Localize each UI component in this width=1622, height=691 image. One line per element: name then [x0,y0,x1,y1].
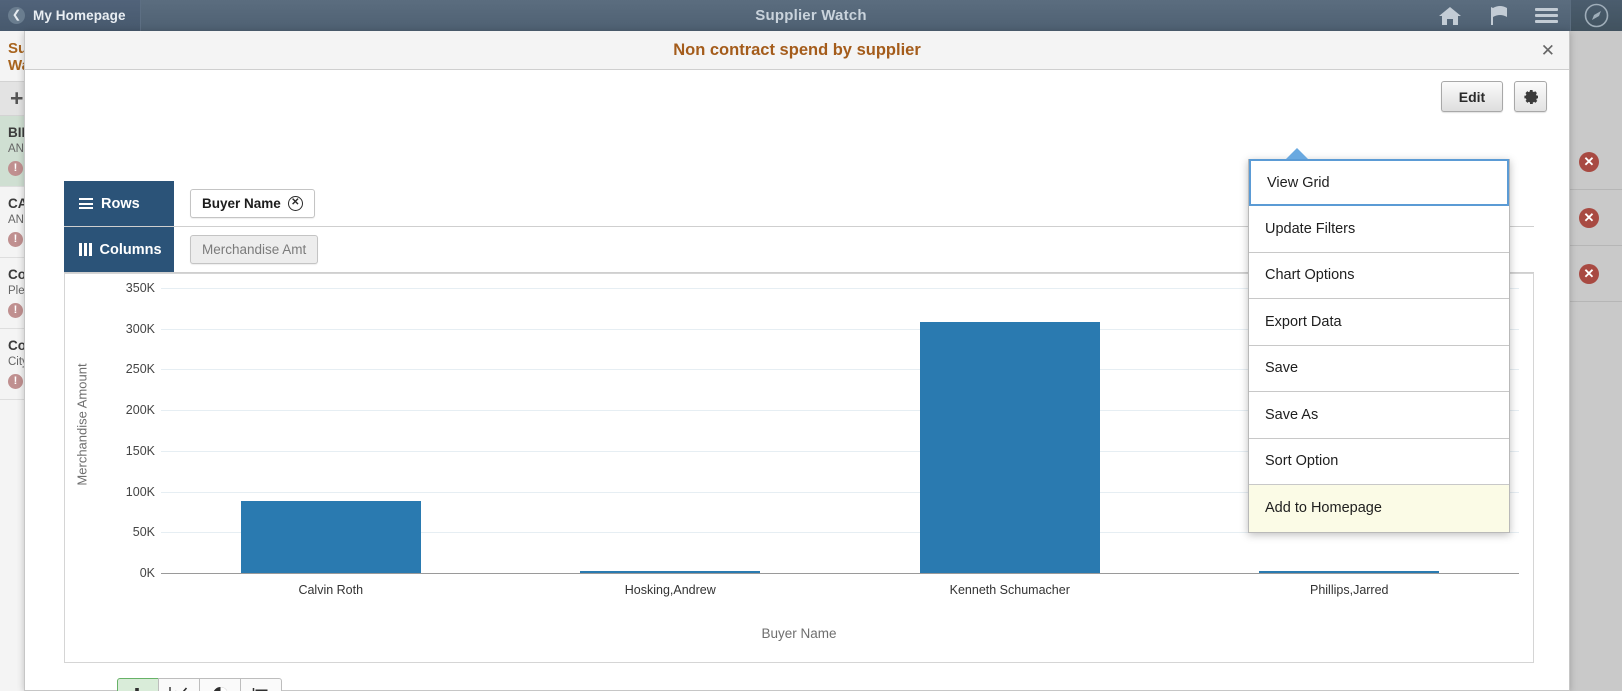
close-row-icon[interactable]: ✕ [1579,151,1599,172]
y-axis-tick-label: 100K [125,484,155,499]
y-axis-tick-label: 250K [125,362,155,377]
line-chart-type-button[interactable] [158,678,200,691]
pie-chart-type-button[interactable] [199,678,241,691]
columns-shelf-label: Columns [64,227,174,272]
flag-icon[interactable] [1474,0,1522,31]
back-label: My Homepage [33,8,126,23]
hamburger-menu-icon[interactable] [1522,0,1570,31]
bar-3[interactable] [1259,571,1440,573]
dropdown-caret-icon [1286,148,1308,159]
x-axis-tick-label: Kenneth Schumacher [949,583,1070,597]
menu-item-add-to-homepage[interactable]: Add to Homepage [1249,485,1509,532]
y-axis-tick-label: 300K [125,321,155,336]
rows-field-label: Buyer Name [202,196,281,211]
edit-button[interactable]: Edit [1441,81,1503,112]
y-axis-tick-label: 50K [132,525,155,540]
gear-icon[interactable] [1514,81,1547,112]
modal-header: Non contract spend by supplier ✕ [25,31,1569,70]
rows-icon [79,196,93,212]
close-row-icon[interactable]: ✕ [1579,207,1599,228]
y-axis-title-text: Merchandise Amount [74,362,90,486]
chart-modal: Non contract spend by supplier ✕ Edit Ro… [24,31,1570,691]
chart-type-switcher [117,678,282,691]
back-to-homepage-button[interactable]: ❮ My Homepage [0,0,141,31]
menu-item-sort-option[interactable]: Sort Option [1249,438,1509,485]
page-title: Supplier Watch [755,7,867,24]
y-axis-tick-label: 150K [125,443,155,458]
menu-item-view-grid[interactable]: View Grid [1249,159,1509,206]
y-axis-tick-label: 0K [139,566,155,580]
menu-item-chart-options[interactable]: Chart Options [1249,252,1509,299]
close-row-icon[interactable]: ✕ [1579,263,1599,284]
gear-dropdown-menu: View Grid Update Filters Chart Options Expo… [1248,159,1510,533]
alert-icon: ! [8,303,23,318]
y-axis-tick-label: 200K [125,403,155,418]
menu-item-save-as[interactable]: Save As [1249,392,1509,439]
menu-item-save[interactable]: Save [1249,345,1509,392]
alert-icon: ! [8,161,23,176]
menu-item-update-filters[interactable]: Update Filters [1249,206,1509,253]
application-root: ❮ My Homepage Supplier Watch Su [0,0,1622,691]
bar-1[interactable] [580,571,761,573]
modal-title: Non contract spend by supplier [673,40,921,59]
alert-icon: ! [8,232,23,247]
horizontal-bar-chart-type-button[interactable] [240,678,282,691]
top-navigation-bar: ❮ My Homepage Supplier Watch [0,0,1622,31]
x-axis-title: Buyer Name [761,626,837,641]
home-icon[interactable] [1426,0,1474,31]
x-axis-tick-label: Hosking,Andrew [624,583,716,597]
columns-field-pill[interactable]: Merchandise Amt [190,235,319,264]
columns-field-label: Merchandise Amt [202,242,307,257]
rows-shelf-label: Rows [64,181,174,226]
x-axis-tick-label: Phillips,Jarred [1309,583,1389,597]
columns-label-text: Columns [99,241,162,258]
alert-icon: ! [8,374,23,389]
remove-field-icon[interactable]: ✕ [287,196,303,211]
rows-label-text: Rows [101,195,140,212]
rows-field-pill[interactable]: Buyer Name ✕ [190,189,315,218]
bar-0[interactable] [240,501,421,573]
y-axis-title: Merchandise Amount [71,274,93,574]
topbar-icon-group [1426,0,1622,31]
modal-toolbar: Edit [1441,81,1547,112]
chevron-left-icon: ❮ [8,7,25,24]
x-axis-tick-label: Calvin Roth [298,583,364,597]
navbar-compass-icon[interactable] [1570,0,1622,31]
y-axis-tick-label: 350K [125,281,155,295]
modal-body: Edit Rows Buyer Name ✕ Columns Merchandi… [25,70,1569,691]
close-icon[interactable]: ✕ [1541,31,1555,70]
columns-icon [79,243,92,256]
menu-item-export-data[interactable]: Export Data [1249,299,1509,346]
bar-chart-type-button[interactable] [117,678,159,691]
bar-2[interactable] [919,322,1100,573]
